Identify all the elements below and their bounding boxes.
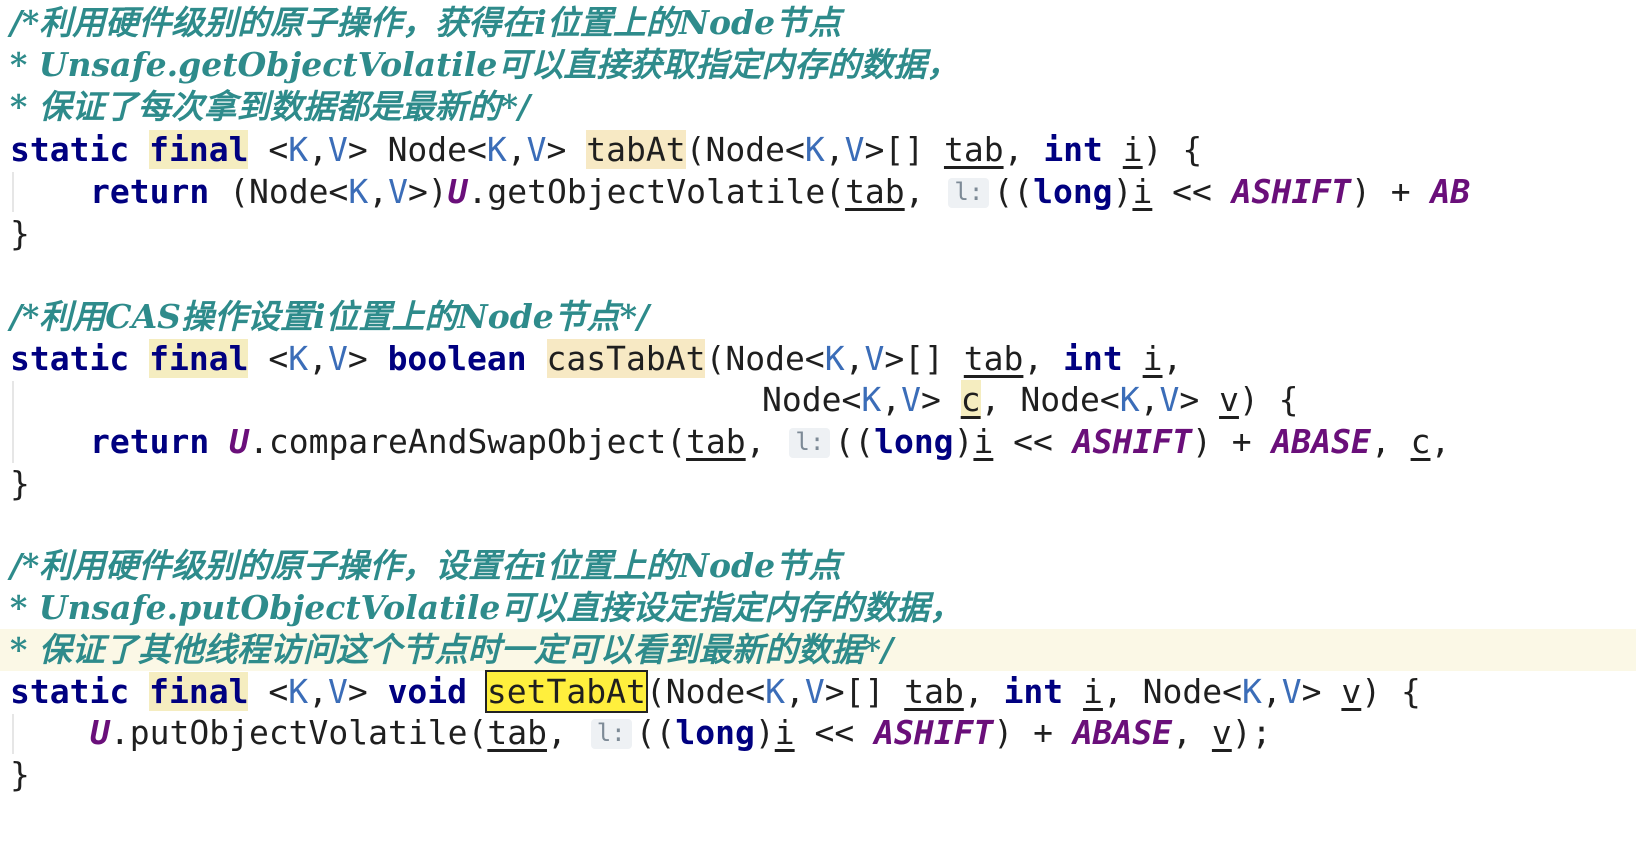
comment-line: /*利用硬件级别的原子操作，设置在i位置上的Node节点 (10, 546, 842, 585)
keyword-final: final (149, 672, 249, 711)
param-v[interactable]: v (1219, 380, 1239, 419)
keyword-int: int (1043, 130, 1103, 169)
keyword-int: int (1063, 339, 1123, 378)
keyword-final: final (149, 130, 249, 169)
call-statement[interactable]: U.putObjectVolatile(tab, l: ((long)i << A… (90, 712, 1272, 754)
param-i[interactable]: i (1143, 339, 1163, 378)
arg-i: i (774, 713, 795, 752)
keyword-final: final (149, 339, 249, 378)
param-list-open: (Node<K,V>[] (705, 339, 964, 378)
generic-params: <K,V> (268, 672, 368, 711)
comment-line: /*利用CAS操作设置i位置上的Node节点*/ (10, 297, 650, 336)
keyword-void: void (387, 672, 468, 711)
generic-params: <K,V> (268, 339, 368, 378)
constant-ashift: ASHIFT (874, 713, 994, 752)
arg-i: i (1132, 172, 1153, 211)
brace-open: ) { (1238, 380, 1299, 419)
arg-c: c (1410, 422, 1431, 461)
keyword-long: long (874, 422, 954, 461)
keyword-int: int (1003, 672, 1064, 711)
method-name-setTabAt[interactable]: setTabAt (484, 670, 648, 713)
method-signature-casTabAt[interactable]: static final <K,V> boolean casTabAt(Node… (10, 338, 1182, 380)
keyword-long: long (675, 713, 755, 752)
return-statement[interactable]: return U.compareAndSwapObject(tab, l: ((l… (90, 421, 1450, 463)
method-call: .putObjectVolatile( (109, 713, 488, 752)
return-statement[interactable]: return (Node<K,V>)U.getObjectVolatile(ta… (90, 171, 1470, 213)
comment-line: /*利用硬件级别的原子操作，获得在i位置上的Node节点 (10, 3, 842, 42)
param-list-open: (Node<K,V>[] (645, 672, 905, 711)
keyword-return: return (90, 422, 210, 461)
unsafe-field: U (229, 422, 249, 461)
keyword: static (10, 130, 130, 169)
closing-brace: } (10, 214, 30, 253)
arg-tab: tab (686, 422, 746, 461)
param-tab[interactable]: tab (944, 130, 1004, 169)
arg-i: i (973, 422, 994, 461)
method-name-tabAt[interactable]: tabAt (586, 130, 686, 169)
unsafe-field: U (90, 713, 110, 752)
method-signature-tabAt[interactable]: static final <K,V> Node<K,V> tabAt(Node<… (10, 129, 1202, 171)
param-hint: l: (948, 178, 990, 208)
comment-line: * Unsafe.putObjectVolatile可以直接设定指定内存的数据， (10, 588, 963, 627)
constant-abase: AB (1430, 172, 1471, 211)
brace-open: ) { (1361, 672, 1421, 711)
param-c[interactable]: c (960, 380, 981, 419)
param-type: Node<K,V> (762, 380, 961, 419)
unsafe-field: U (447, 172, 468, 211)
arg-tab: tab (845, 172, 905, 211)
param-type: Node<K,V> (1142, 672, 1342, 711)
param-hint: l: (789, 428, 831, 458)
comment-line: * 保证了每次拿到数据都是最新的*/ (10, 87, 531, 126)
generic-params: <K,V> (268, 130, 368, 169)
param-i[interactable]: i (1123, 130, 1143, 169)
arg-v: v (1211, 713, 1232, 752)
arg-tab: tab (487, 713, 547, 752)
code-editor[interactable]: /*利用硬件级别的原子操作，获得在i位置上的Node节点 * Unsafe.ge… (0, 0, 1636, 850)
param-tab[interactable]: tab (964, 339, 1024, 378)
param-list-open: (Node<K,V>[] (685, 130, 944, 169)
indent-guide (12, 381, 14, 463)
param-tab[interactable]: tab (904, 672, 964, 711)
keyword-long: long (1033, 172, 1113, 211)
constant-ashift: ASHIFT (1231, 172, 1352, 211)
param-hint: l: (590, 719, 632, 749)
method-call: .getObjectVolatile( (467, 172, 846, 211)
method-call: .compareAndSwapObject( (248, 422, 687, 461)
keyword: static (10, 339, 130, 378)
param-type: Node<K,V> (1020, 380, 1220, 419)
method-name-casTabAt[interactable]: casTabAt (546, 339, 706, 378)
keyword-return: return (90, 172, 210, 211)
constant-abase: ABASE (1072, 713, 1173, 752)
keyword-boolean: boolean (387, 339, 527, 378)
comment-line: * Unsafe.getObjectVolatile可以直接获取指定内存的数据， (10, 45, 960, 84)
param-v[interactable]: v (1341, 672, 1361, 711)
comment-line-current: * 保证了其他线程访问这个节点时一定可以看到最新的数据*/ (0, 629, 1636, 671)
indent-guide (12, 714, 14, 754)
constant-ashift: ASHIFT (1072, 422, 1193, 461)
method-signature-setTabAt[interactable]: static final <K,V> void setTabAt(Node<K,… (10, 670, 1421, 713)
closing-brace: } (10, 755, 30, 794)
closing-brace: } (10, 464, 30, 503)
brace-open: ) { (1142, 130, 1203, 169)
param-continuation[interactable]: Node<K,V> c, Node<K,V> v) { (762, 379, 1299, 421)
keyword: static (10, 672, 130, 711)
return-type: Node<K,V> (387, 130, 567, 169)
indent-guide (12, 172, 14, 212)
param-i[interactable]: i (1083, 672, 1103, 711)
statement-end: ); (1231, 713, 1272, 752)
constant-abase: ABASE (1271, 422, 1371, 461)
cast: (Node<K,V>) (229, 172, 448, 211)
